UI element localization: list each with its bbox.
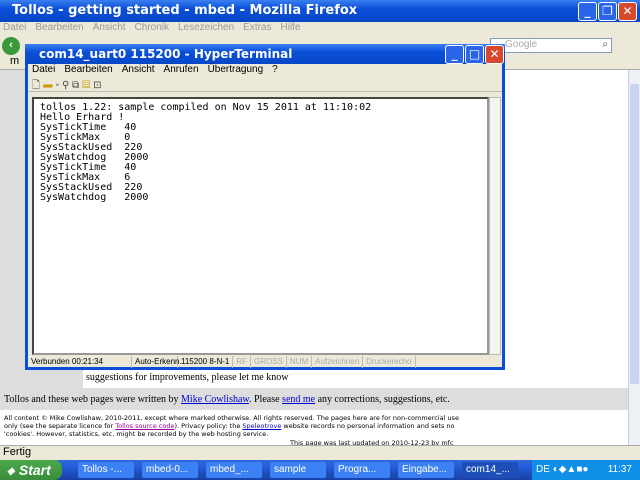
task-sample[interactable]: sample [270,462,326,478]
ht-close-button[interactable]: ✕ [485,45,504,64]
suggestions-text: suggestions for improvements, please let… [86,372,289,383]
connection-time: Verbunden 00:21:34 [28,356,132,368]
footer-text: only (see the separate licence for [4,422,116,430]
hyperterminal-menu-bar: Datei Bearbeiten Ansicht Anrufen Übertragung… [28,64,502,78]
restore-button[interactable]: ❐ [598,2,617,21]
ht-menu-help[interactable]: ? [272,64,278,75]
minimize-button[interactable]: _ [578,2,597,21]
ht-menu-uebertragung[interactable]: Übertragung [208,64,264,75]
status-text: Fertig [3,446,32,458]
ht-maximize-button[interactable]: □ [465,45,484,64]
back-button[interactable]: ‹ [2,37,20,55]
status-gross: GROSS [251,356,287,368]
credit-text: . Please [249,394,283,405]
speleotrove-link[interactable]: Speleotrove [242,422,281,430]
ht-menu-ansicht[interactable]: Ansicht [122,64,155,75]
footer-line: only (see the separate licence for Tollo… [4,422,624,430]
menu-datei[interactable]: Datei [3,22,26,33]
firefox-title: Tollos - getting started - mbed - Mozill… [12,3,358,18]
connect-icon[interactable]: ▪ [56,80,60,91]
port-settings: 115200 8-N-1 [178,356,234,368]
status-num: NUM [287,356,313,368]
menu-extras[interactable]: Extras [243,22,271,33]
page-scrollbar[interactable] [628,70,640,445]
search-input[interactable]: Google ⌕ [490,38,612,53]
footer-text: ). Privacy policy: the [174,422,243,430]
footer-text: website records no personal information … [281,422,455,430]
ht-menu-bearbeiten[interactable]: Bearbeiten [64,64,112,75]
task-mbed[interactable]: mbed_... [206,462,262,478]
menu-chronik[interactable]: Chronik [135,22,169,33]
terminal-output[interactable]: tollos 1.22: sample compiled on Nov 15 2… [32,97,489,355]
menu-hilfe[interactable]: Hilfe [281,22,301,33]
receive-icon[interactable]: ▤ [82,80,90,91]
firefox-title-bar: Tollos - getting started - mbed - Mozill… [0,0,640,22]
properties-icon[interactable]: ⊡ [93,80,101,91]
credit-text: Tollos and these web pages were written … [4,394,182,405]
hyperterminal-title: com14_uart0 115200 - HyperTerminal [39,47,293,61]
footer-line: 'cookies'. However, statistics, etc. mig… [4,430,269,438]
search-icon[interactable]: ⌕ [602,39,608,50]
search-placeholder: Google [505,39,538,50]
firefox-status-bar: Fertig [0,445,640,460]
credit-band: Tollos and these web pages were written … [0,388,628,410]
start-button[interactable]: ❖ Start [0,460,62,480]
system-tray: DE ◐◆▲■● 11:37 [532,460,640,480]
author-link[interactable]: Mike Cowlishaw [181,394,249,405]
menu-lesezeichen[interactable]: Lesezeichen [178,22,234,33]
status-rf: RF [233,356,251,368]
footer: All content © Mike Cowlishaw, 2010-2011,… [4,414,624,447]
start-label: Start [18,462,51,478]
menu-ansicht[interactable]: Ansicht [93,22,126,33]
open-icon[interactable]: ▰ [43,80,53,91]
hyperterminal-window: com14_uart0 115200 - HyperTerminal _ □ ✕… [25,44,505,370]
detect-mode: Auto-Erkenn. [132,356,182,368]
task-tollos[interactable]: Tollos -... [78,462,134,478]
hyperterminal-toolbar: 🗋 ▰ ▪ ⚲ ⧉ ▤ ⊡ [28,78,502,92]
terminal-scrollbar[interactable] [489,97,501,355]
task-programs[interactable]: Progra... [334,462,390,478]
windows-logo-icon: ❖ [6,467,15,478]
tab[interactable]: m [0,55,19,67]
clock: 11:37 [607,464,632,475]
menu-bearbeiten[interactable]: Bearbeiten [35,22,83,33]
close-button[interactable]: ✕ [618,2,637,21]
task-mbed-0[interactable]: mbed-0... [142,462,198,478]
ht-menu-datei[interactable]: Datei [32,64,55,75]
ht-minimize-button[interactable]: _ [445,45,464,64]
footer-line: All content © Mike Cowlishaw, 2010-2011,… [4,414,459,422]
send-icon[interactable]: ⧉ [72,80,79,91]
task-eingabe[interactable]: Eingabe... [398,462,454,478]
ht-menu-anrufen[interactable]: Anrufen [164,64,199,75]
credit-text: any corrections, suggestions, etc. [315,394,450,405]
send-me-link[interactable]: send me [282,394,315,405]
hyperterminal-title-bar: com14_uart0 115200 - HyperTerminal _ □ ✕ [25,44,505,64]
language-indicator[interactable]: DE [536,464,550,475]
status-capture: Aufzeichnen [312,356,364,368]
source-code-link[interactable]: Tollos source code [115,422,174,430]
status-print-echo: Druckerecho [363,356,416,368]
disconnect-icon[interactable]: ⚲ [62,80,69,91]
firefox-menu-bar: Datei Bearbeiten Ansicht Chronik Lesezeichen… [0,22,640,36]
taskbar: ❖ Start Tollos -... mbed-0... mbed_... s… [0,460,640,480]
scroll-thumb[interactable] [630,84,639,384]
new-icon[interactable]: 🗋 [32,80,40,91]
tray-icons[interactable]: ◐◆▲■● [553,464,589,475]
hyperterminal-status-bar: Verbunden 00:21:34 Auto-Erkenn.115200 8-N… [28,356,502,368]
task-hyperterminal[interactable]: com14_... [462,462,518,478]
